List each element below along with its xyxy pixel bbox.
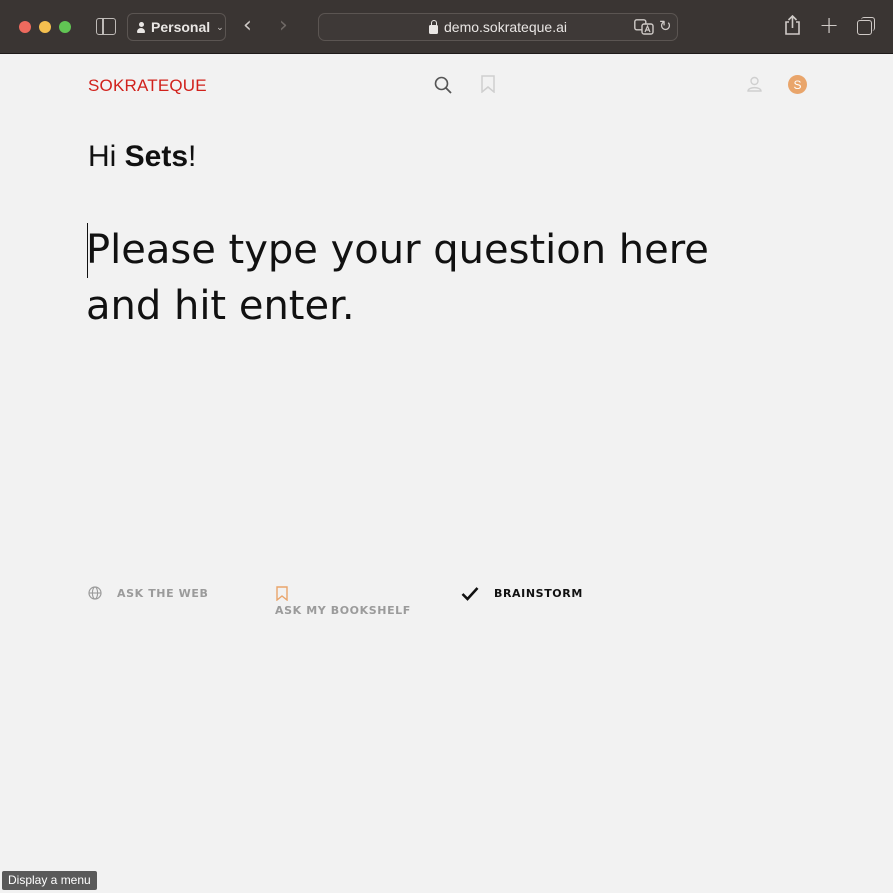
reload-icon[interactable]: ↻ — [659, 17, 672, 35]
tab-overview-icon[interactable] — [857, 17, 875, 35]
minimize-window-button[interactable] — [39, 21, 51, 33]
greeting-prefix: Hi — [88, 140, 125, 173]
profile-label: Personal — [151, 19, 211, 35]
bookmark-icon — [276, 586, 288, 602]
forward-button[interactable]: › — [279, 14, 288, 38]
checkmark-icon — [461, 587, 479, 601]
question-input[interactable] — [86, 222, 766, 342]
text-caret — [87, 223, 88, 278]
back-button[interactable]: ‹ — [243, 14, 252, 38]
tooltip: Display a menu — [2, 871, 97, 890]
globe-icon — [88, 586, 102, 600]
ask-the-web-option[interactable]: ASK THE WEB — [88, 586, 208, 600]
ask-the-web-label: ASK THE WEB — [117, 586, 209, 600]
profile-button[interactable]: Personal ⌄ — [127, 13, 226, 41]
new-tab-icon[interactable]: + — [819, 12, 839, 38]
user-name: Sets — [124, 140, 189, 173]
person-icon — [137, 21, 145, 33]
greeting-suffix: ! — [188, 140, 197, 173]
translate-icon[interactable] — [634, 19, 654, 35]
app-logo[interactable]: SOKRATEQUE — [88, 76, 207, 96]
close-window-button[interactable] — [19, 21, 31, 33]
address-bar[interactable]: demo.sokrateque.ai — [318, 13, 678, 41]
avatar[interactable]: S — [788, 75, 807, 94]
ask-my-bookshelf-label: ASK MY BOOKSHELF — [275, 604, 411, 617]
lock-icon — [429, 19, 439, 34]
brainstorm-option[interactable]: BRAINSTORM — [461, 586, 583, 601]
user-icon[interactable] — [747, 76, 762, 96]
sidebar-toggle-icon[interactable] — [96, 18, 116, 35]
greeting: Hi Sets! — [88, 140, 196, 174]
share-icon[interactable] — [784, 14, 801, 40]
bookmark-icon[interactable] — [481, 75, 495, 97]
chevron-down-icon: ⌄ — [216, 21, 224, 32]
url-text: demo.sokrateque.ai — [444, 19, 567, 35]
browser-toolbar: Personal ⌄ ‹ › demo.sokrateque.ai ↻ + — [0, 0, 893, 54]
search-icon[interactable] — [434, 76, 452, 98]
ask-my-bookshelf-option[interactable]: ASK MY BOOKSHELF — [275, 586, 411, 617]
brainstorm-label: BRAINSTORM — [494, 587, 583, 600]
zoom-window-button[interactable] — [59, 21, 71, 33]
